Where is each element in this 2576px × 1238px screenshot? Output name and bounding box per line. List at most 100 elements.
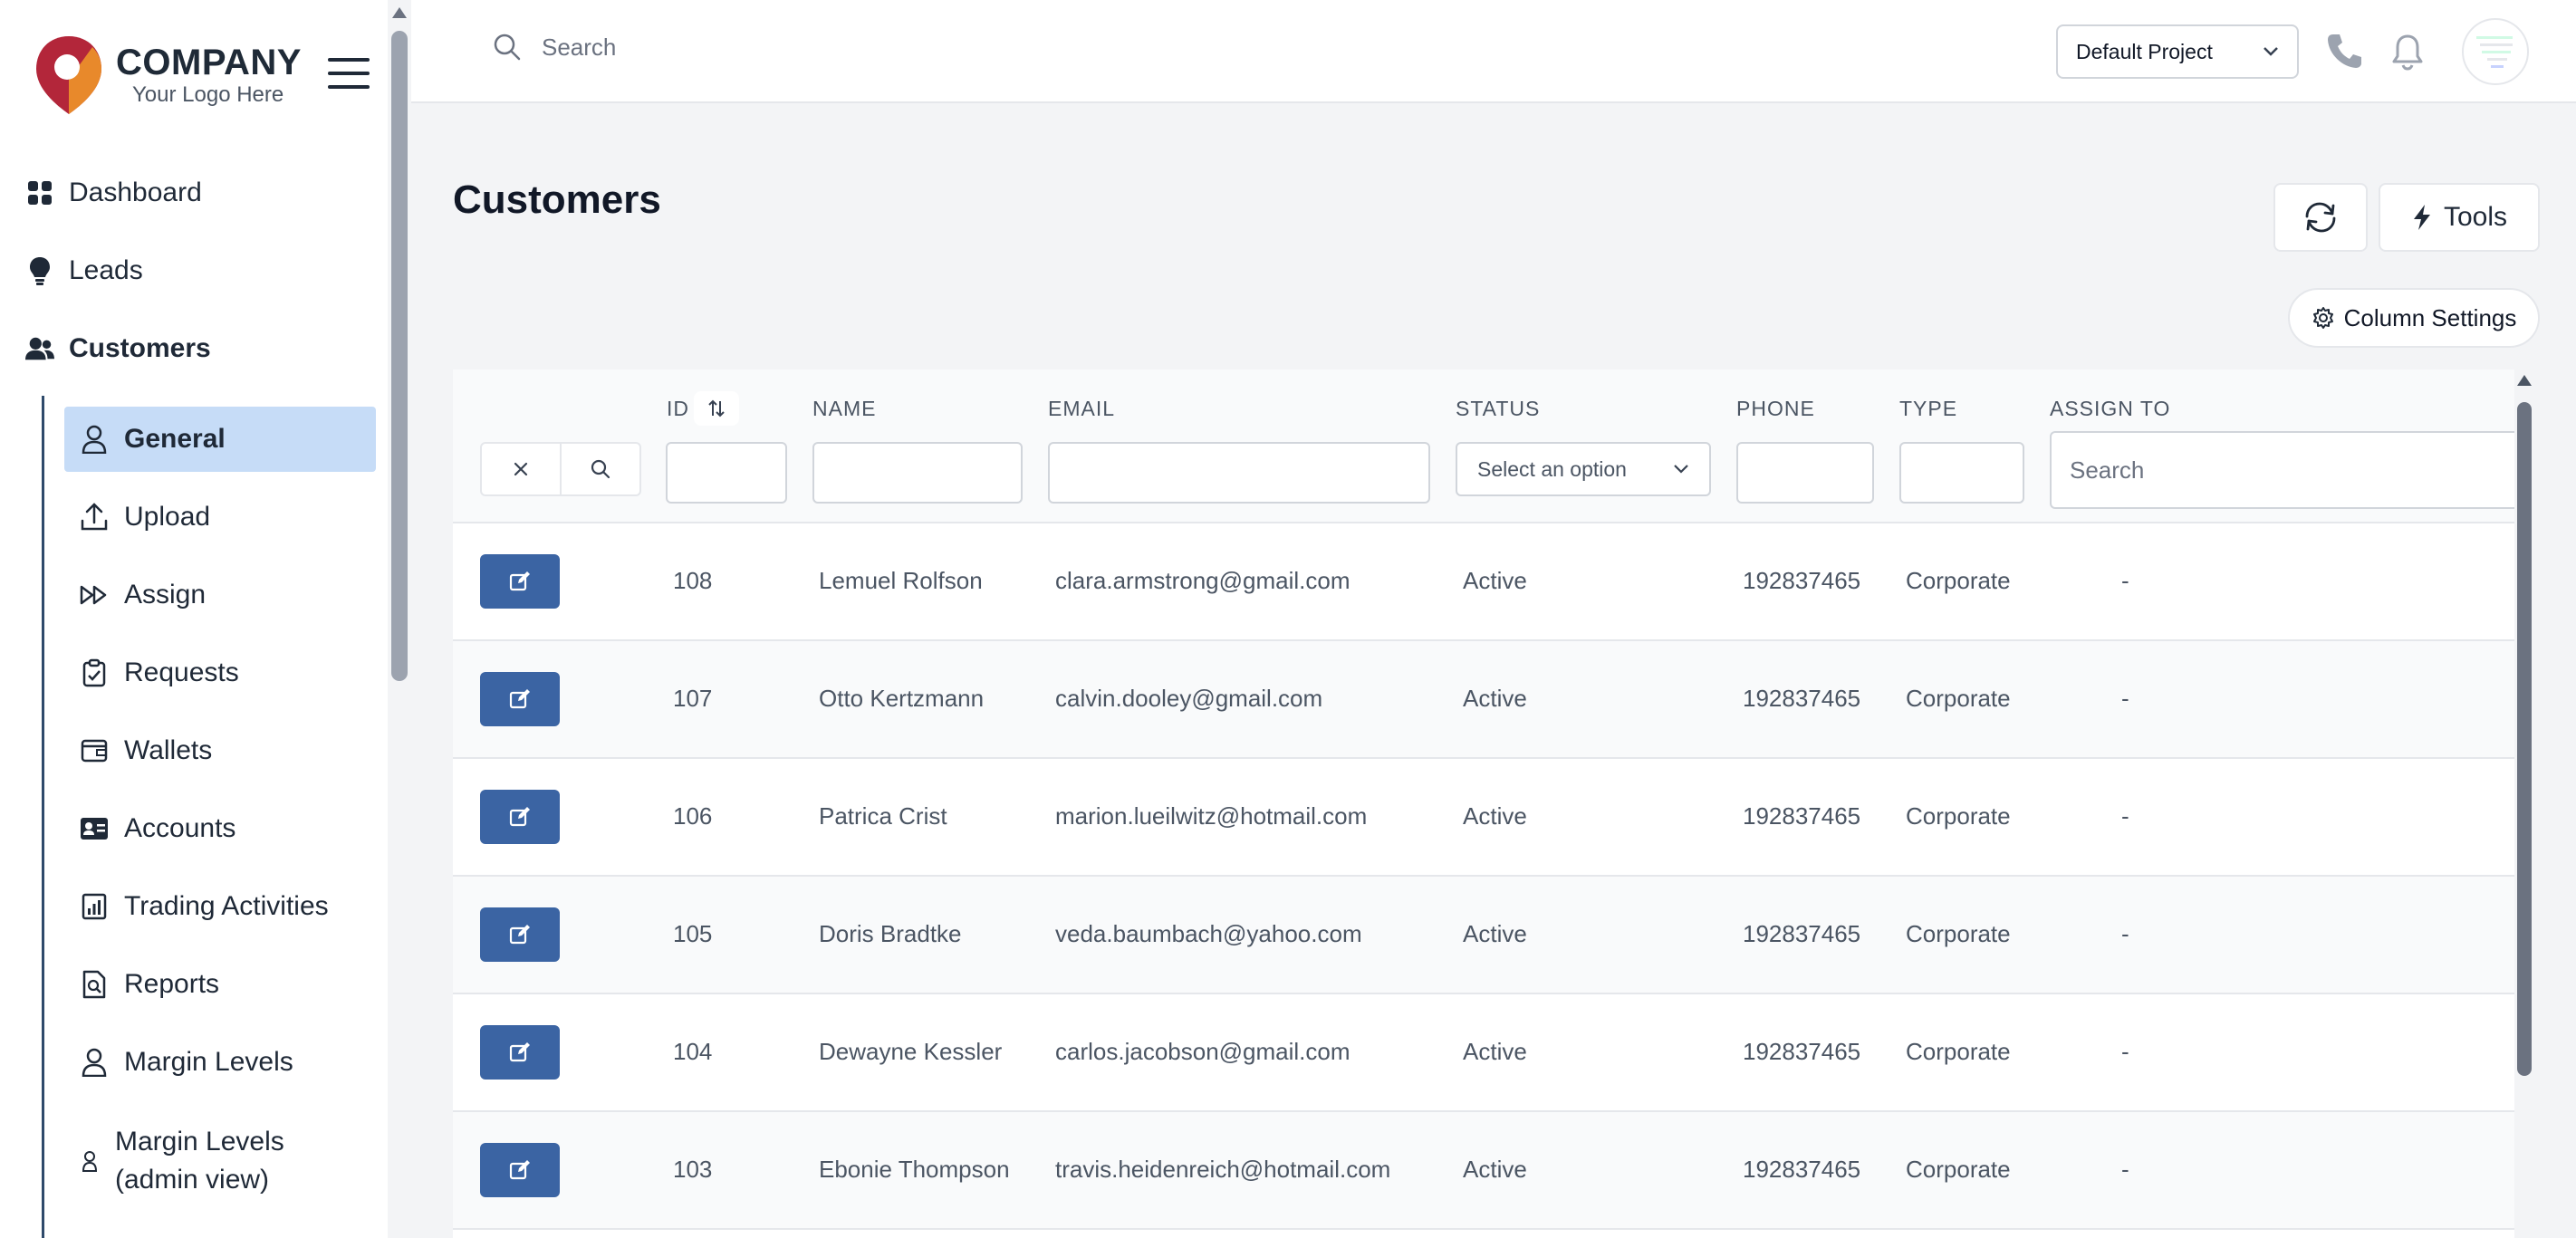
filter-status-select[interactable]: Select an option bbox=[1456, 442, 1711, 496]
sidebar-subitem-reports[interactable]: Reports bbox=[64, 959, 376, 1010]
tools-button[interactable]: Tools bbox=[2379, 183, 2540, 252]
cell-email: carlos.jacobson@gmail.com bbox=[1055, 1038, 1350, 1065]
column-header-phone[interactable]: PHONE bbox=[1736, 397, 1815, 421]
cell-phone: 192837465 bbox=[1743, 567, 1861, 594]
edit-row-button[interactable] bbox=[480, 907, 560, 962]
status-select-placeholder: Select an option bbox=[1477, 456, 1627, 481]
column-settings-label: Column Settings bbox=[2343, 303, 2517, 331]
cell-status: Active bbox=[1463, 685, 1527, 712]
sidebar-subitem-trading-activities[interactable]: Trading Activities bbox=[64, 881, 376, 932]
sidebar-subitem-label: Requests bbox=[124, 657, 239, 687]
sort-id-button[interactable] bbox=[694, 391, 739, 426]
edit-row-button[interactable] bbox=[480, 790, 560, 844]
phone-icon[interactable] bbox=[2324, 31, 2364, 75]
filter-assign-search-input[interactable] bbox=[2050, 431, 2514, 509]
sidebar-item-customers[interactable]: Customers bbox=[0, 310, 388, 388]
clear-filters-button[interactable] bbox=[482, 444, 560, 494]
cell-phone: 192837465 bbox=[1743, 802, 1861, 830]
sidebar-item-label: Leads bbox=[69, 255, 143, 285]
user-icon bbox=[79, 424, 110, 455]
global-search bbox=[493, 33, 995, 62]
sidebar-subitem-label: Trading Activities bbox=[124, 891, 329, 921]
sidebar-item-leads[interactable]: Leads bbox=[0, 232, 388, 310]
bar-chart-icon bbox=[79, 891, 110, 922]
filter-actions bbox=[480, 442, 641, 496]
logo-title: COMPANY bbox=[116, 43, 302, 82]
table-header: ID NAME EMAIL STATUS PHONE TYPE ASSIGN T… bbox=[453, 369, 2514, 523]
cell-id: 108 bbox=[673, 567, 713, 594]
cell-phone: 192837465 bbox=[1743, 685, 1861, 712]
refresh-button[interactable] bbox=[2273, 183, 2368, 252]
sidebar-subitem-requests[interactable]: Requests bbox=[64, 648, 376, 698]
company-logo[interactable]: COMPANY Your Logo Here bbox=[33, 33, 302, 118]
apply-filters-button[interactable] bbox=[560, 444, 639, 494]
filter-name-input[interactable] bbox=[812, 442, 1023, 504]
cell-name: Patrica Crist bbox=[819, 802, 947, 830]
sidebar-subitem-label: Assign bbox=[124, 580, 207, 609]
project-select-value: Default Project bbox=[2076, 39, 2213, 63]
edit-row-button[interactable] bbox=[480, 1025, 560, 1080]
table-row: 104 Dewayne Kessler carlos.jacobson@gmai… bbox=[453, 994, 2514, 1112]
menu-toggle-icon[interactable] bbox=[328, 58, 370, 89]
column-header-id[interactable]: ID bbox=[667, 397, 689, 421]
cell-status: Active bbox=[1463, 802, 1527, 830]
filter-type-input[interactable] bbox=[1899, 442, 2024, 504]
search-icon bbox=[591, 459, 610, 479]
cell-phone: 192837465 bbox=[1743, 1156, 1861, 1183]
scroll-up-arrow-icon[interactable] bbox=[2517, 375, 2532, 386]
user-avatar[interactable] bbox=[2462, 18, 2529, 85]
column-header-assign-to[interactable]: ASSIGN TO bbox=[2050, 397, 2170, 421]
sidebar-subitem-margin-levels-admin[interactable]: Margin Levels (admin view) bbox=[64, 1120, 376, 1202]
scrollbar-thumb[interactable] bbox=[2517, 402, 2532, 1076]
edit-row-button[interactable] bbox=[480, 672, 560, 726]
filter-phone-input[interactable] bbox=[1736, 442, 1874, 504]
sidebar-subitem-assign[interactable]: Assign bbox=[64, 570, 376, 620]
edit-row-button[interactable] bbox=[480, 1143, 560, 1197]
sidebar-subitem-label: Accounts bbox=[124, 813, 236, 843]
notification-bell-icon[interactable] bbox=[2391, 33, 2424, 75]
edit-row-button[interactable] bbox=[480, 554, 560, 609]
refresh-icon bbox=[2305, 202, 2336, 233]
sidebar-subitem-general[interactable]: General bbox=[64, 407, 376, 472]
table-row: 103 Ebonie Thompson travis.heidenreich@h… bbox=[453, 1112, 2514, 1230]
logo-pin-icon bbox=[36, 36, 101, 114]
sidebar-subitem-label: Margin Levels (admin view) bbox=[115, 1127, 284, 1195]
sidebar-item-dashboard[interactable]: Dashboard bbox=[0, 154, 388, 232]
tools-button-label: Tools bbox=[2443, 202, 2508, 232]
sidebar-subitem-margin-levels[interactable]: Margin Levels bbox=[64, 1037, 376, 1088]
scroll-up-arrow-icon[interactable] bbox=[392, 7, 407, 18]
column-header-type[interactable]: TYPE bbox=[1899, 397, 1957, 421]
cell-status: Active bbox=[1463, 920, 1527, 947]
topbar: Default Project bbox=[411, 0, 2576, 103]
edit-icon bbox=[509, 571, 530, 591]
sidebar-subitem-wallets[interactable]: Wallets bbox=[64, 725, 376, 776]
column-header-name[interactable]: NAME bbox=[812, 397, 876, 421]
customers-subnav: General Upload Assign Requests Wallets A… bbox=[42, 396, 384, 1238]
table-row: 106 Patrica Crist marion.lueilwitz@hotma… bbox=[453, 759, 2514, 877]
column-settings-button[interactable]: Column Settings bbox=[2288, 288, 2540, 348]
logo-tagline: Your Logo Here bbox=[132, 82, 284, 107]
sidebar-scrollbar[interactable] bbox=[388, 0, 411, 1238]
cell-name: Ebonie Thompson bbox=[819, 1156, 1010, 1183]
edit-icon bbox=[509, 1042, 530, 1062]
project-select[interactable]: Default Project bbox=[2056, 24, 2299, 79]
table-scrollbar[interactable] bbox=[2514, 369, 2534, 1238]
cell-id: 107 bbox=[673, 685, 713, 712]
filter-id-input[interactable] bbox=[666, 442, 787, 504]
search-input[interactable] bbox=[542, 33, 995, 62]
sidebar-item-label: Customers bbox=[69, 333, 211, 363]
cell-type: Corporate bbox=[1906, 920, 2011, 947]
chevron-down-icon bbox=[1674, 465, 1688, 474]
cell-name: Dewayne Kessler bbox=[819, 1038, 1003, 1065]
column-header-email[interactable]: EMAIL bbox=[1048, 397, 1115, 421]
sidebar-subitem-accounts[interactable]: Accounts bbox=[64, 803, 376, 854]
sidebar-subitem-label: General bbox=[124, 424, 226, 454]
page-title: Customers bbox=[453, 178, 661, 222]
cell-type: Corporate bbox=[1906, 567, 2011, 594]
sidebar-subitem-label: Wallets bbox=[124, 735, 213, 765]
sidebar-subitem-upload[interactable]: Upload bbox=[64, 492, 376, 542]
column-header-status[interactable]: STATUS bbox=[1456, 397, 1540, 421]
scrollbar-thumb[interactable] bbox=[391, 31, 408, 681]
user-small-icon bbox=[79, 1146, 101, 1176]
filter-email-input[interactable] bbox=[1048, 442, 1430, 504]
